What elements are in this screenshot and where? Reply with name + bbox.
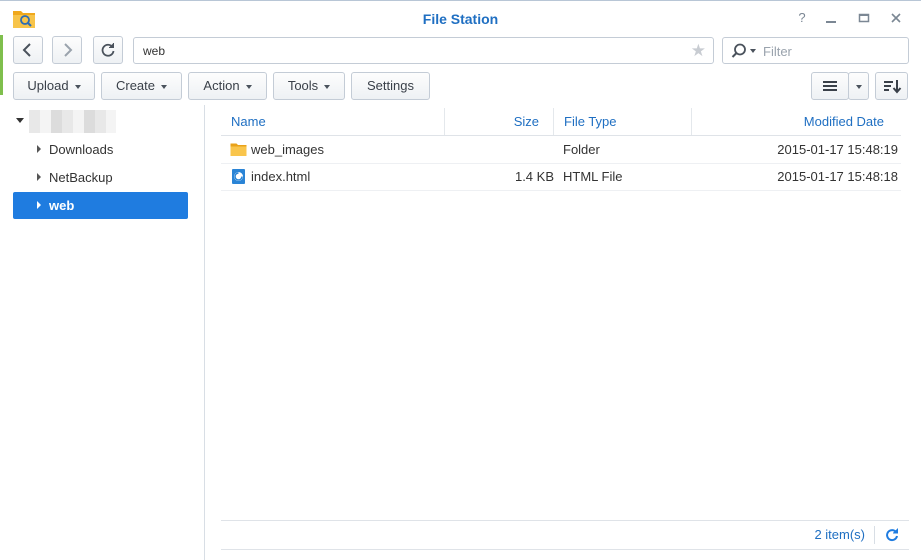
minimize-icon[interactable] bbox=[823, 10, 839, 26]
tools-label: Tools bbox=[287, 78, 319, 93]
close-icon[interactable] bbox=[888, 10, 904, 26]
sort-button[interactable] bbox=[875, 72, 908, 100]
caret-down-icon bbox=[161, 84, 168, 89]
settings-button[interactable]: Settings bbox=[351, 72, 430, 100]
item-count: 2 item(s) bbox=[814, 527, 865, 542]
file-size bbox=[444, 136, 554, 163]
tree-item-downloads[interactable]: Downloads bbox=[13, 136, 188, 163]
caret-down-icon bbox=[245, 84, 252, 89]
status-bar: 2 item(s) bbox=[221, 520, 909, 550]
collapsed-arrow-icon[interactable] bbox=[37, 145, 41, 153]
caret-down-icon bbox=[855, 84, 862, 89]
collapsed-arrow-icon[interactable] bbox=[37, 201, 41, 209]
column-header-modified-date[interactable]: Modified Date bbox=[691, 108, 884, 135]
expand-arrow-icon[interactable] bbox=[15, 117, 25, 125]
html-file-icon bbox=[232, 169, 245, 184]
create-label: Create bbox=[115, 78, 156, 93]
table-row[interactable]: web_images Folder 2015-01-17 15:48:19 bbox=[221, 136, 901, 164]
collapsed-arrow-icon[interactable] bbox=[37, 173, 41, 181]
path-text: web bbox=[143, 44, 166, 58]
caret-down-icon bbox=[74, 84, 81, 89]
refresh-icon bbox=[101, 43, 115, 57]
tree-item-label: Downloads bbox=[49, 142, 114, 157]
upload-label: Upload bbox=[27, 78, 69, 93]
list-view-icon bbox=[823, 81, 837, 91]
help-icon[interactable]: ? bbox=[794, 10, 810, 26]
tree-item-netbackup[interactable]: NetBackup bbox=[13, 164, 188, 191]
view-mode-dropdown[interactable] bbox=[848, 72, 869, 100]
file-type: HTML File bbox=[563, 169, 623, 184]
tree-item-web[interactable]: web bbox=[13, 192, 188, 219]
refresh-button[interactable] bbox=[93, 36, 123, 64]
tree-item-label: NetBackup bbox=[49, 170, 113, 185]
view-mode-button[interactable] bbox=[811, 72, 849, 100]
search-icon[interactable] bbox=[731, 43, 759, 59]
column-header-name[interactable]: Name bbox=[231, 108, 441, 135]
file-list-header: Name Size File Type Modified Date bbox=[221, 108, 901, 136]
chevron-left-icon bbox=[22, 43, 31, 57]
file-type: Folder bbox=[563, 142, 600, 157]
upload-button[interactable]: Upload bbox=[13, 72, 95, 100]
path-field[interactable]: web ★ bbox=[133, 37, 714, 64]
title-bar: File Station ? bbox=[0, 1, 921, 35]
file-name: web_images bbox=[251, 142, 324, 157]
file-size: 1.4 KB bbox=[514, 169, 554, 184]
volume-root-label-blurred[interactable] bbox=[29, 110, 116, 133]
filter-field[interactable]: Filter bbox=[722, 37, 909, 64]
forward-button[interactable] bbox=[52, 36, 82, 64]
filter-placeholder: Filter bbox=[763, 44, 792, 59]
back-button[interactable] bbox=[13, 36, 43, 64]
settings-label: Settings bbox=[367, 78, 414, 93]
file-station-window: File Station ? web ★ Filter Upload Creat… bbox=[0, 0, 921, 560]
file-name: index.html bbox=[251, 169, 311, 184]
action-button[interactable]: Action bbox=[188, 72, 267, 100]
maximize-icon[interactable] bbox=[856, 10, 872, 26]
chevron-right-icon bbox=[64, 43, 73, 57]
action-label: Action bbox=[203, 78, 240, 93]
favorite-star-icon[interactable]: ★ bbox=[691, 41, 706, 61]
tools-button[interactable]: Tools bbox=[273, 72, 345, 100]
column-header-file-type[interactable]: File Type bbox=[553, 108, 691, 135]
file-modified: 2015-01-17 15:48:19 bbox=[777, 142, 898, 157]
status-divider bbox=[874, 526, 875, 544]
sort-icon bbox=[884, 80, 902, 94]
column-header-size[interactable]: Size bbox=[444, 108, 553, 135]
caret-down-icon bbox=[324, 84, 331, 89]
create-button[interactable]: Create bbox=[101, 72, 182, 100]
table-row[interactable]: index.html 1.4 KB HTML File 2015-01-17 1… bbox=[221, 163, 901, 191]
window-title: File Station bbox=[422, 11, 499, 27]
file-modified: 2015-01-17 15:48:18 bbox=[777, 169, 898, 184]
refresh-icon[interactable] bbox=[883, 526, 901, 544]
folder-icon bbox=[230, 143, 247, 156]
background-edge bbox=[0, 35, 3, 95]
tree-item-label: web bbox=[49, 198, 75, 213]
